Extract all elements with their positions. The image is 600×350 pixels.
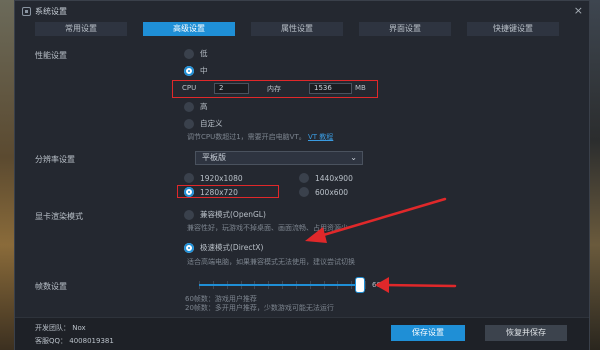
- arrow-to-directx: [318, 197, 447, 238]
- annotation-arrows: [305, 197, 457, 293]
- dev-team-key: 开发团队：: [35, 324, 70, 332]
- background-scene-right: [590, 0, 600, 350]
- footer-bar: 开发团队： Nox 客服QQ： 4008019381 保存设置 恢复并保存: [15, 317, 589, 350]
- background-scene-left: [0, 0, 14, 350]
- restore-and-save-button[interactable]: 恢复并保存: [485, 325, 567, 341]
- support-qq-label: 客服QQ： 4008019381: [35, 336, 114, 346]
- support-qq-value: 4008019381: [69, 337, 114, 345]
- arrow-head-fps: [375, 277, 389, 293]
- dev-team-value: Nox: [72, 324, 86, 332]
- settings-dialog: 系统设置 × 常用设置 高级设置 属性设置 界面设置 快捷键设置 性能设置 低 …: [14, 0, 590, 350]
- dev-team-label: 开发团队： Nox: [35, 323, 86, 333]
- arrow-to-fps: [381, 283, 457, 288]
- support-qq-key: 客服QQ：: [35, 337, 68, 345]
- arrow-head-directx: [305, 227, 327, 243]
- save-settings-button[interactable]: 保存设置: [391, 325, 465, 341]
